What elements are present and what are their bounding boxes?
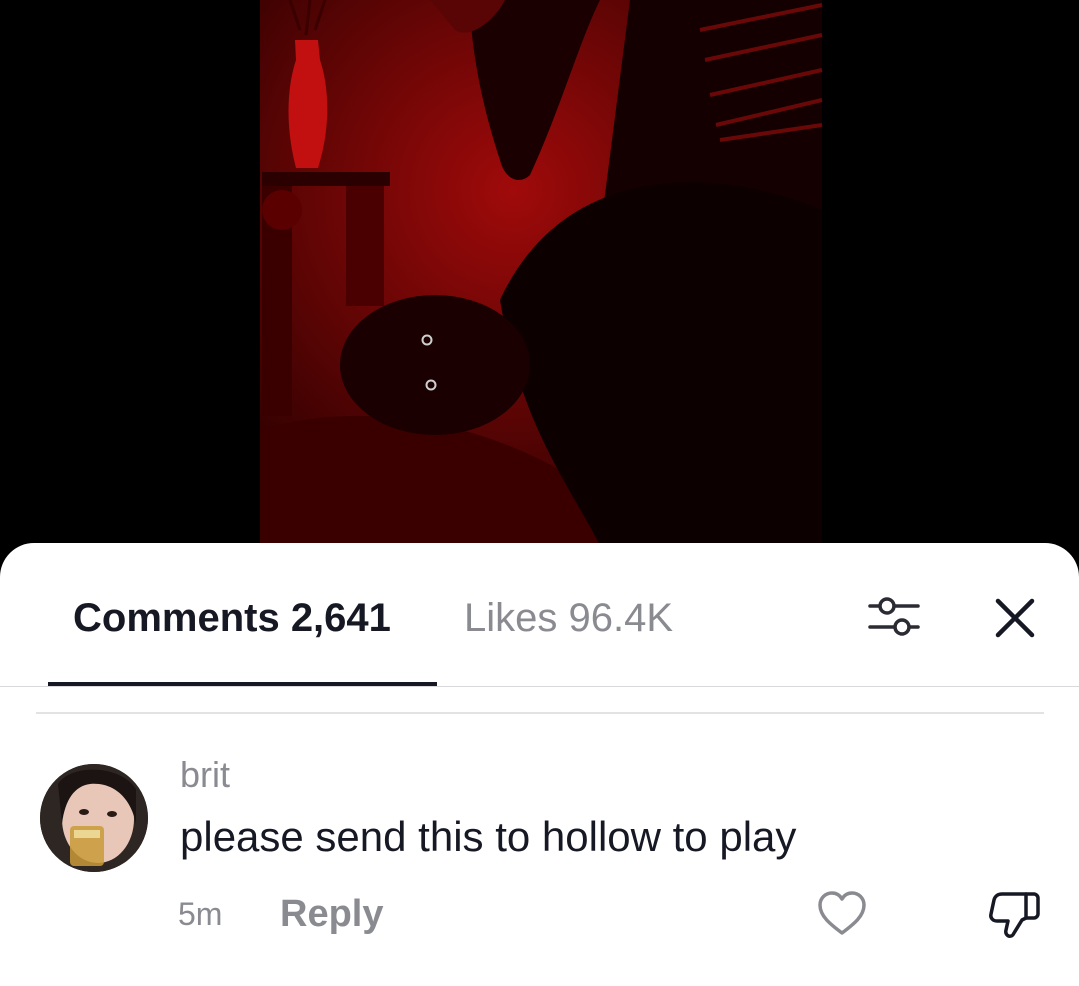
comment-username[interactable]: brit [180, 753, 230, 797]
avatar[interactable] [40, 764, 148, 872]
like-button[interactable] [816, 889, 868, 939]
section-divider [36, 712, 1044, 714]
tab-likes[interactable]: Likes 96.4K [464, 594, 673, 642]
video-player[interactable] [0, 0, 1079, 560]
heart-icon [818, 891, 866, 935]
comment-timestamp: 5m [178, 896, 223, 932]
comments-sheet: Comments 2,641 Likes 96.4K brit please s… [0, 543, 1079, 986]
video-frame [260, 0, 823, 545]
filter-button[interactable] [866, 591, 922, 643]
close-button[interactable] [990, 593, 1040, 643]
dislike-button[interactable] [986, 886, 1042, 942]
tab-divider [0, 686, 1079, 687]
reply-button[interactable]: Reply [280, 891, 383, 937]
comment-text: please send this to hollow to play [180, 813, 797, 860]
avatar-image [40, 764, 148, 872]
thumbs-down-icon [989, 892, 1040, 938]
close-icon [995, 598, 1035, 638]
comments-tab-bar: Comments 2,641 Likes 96.4K [0, 543, 1079, 687]
comment-item: brit please send this to hollow to play … [0, 749, 1079, 986]
tab-comments[interactable]: Comments 2,641 [73, 594, 391, 642]
sliders-icon [868, 597, 920, 636]
